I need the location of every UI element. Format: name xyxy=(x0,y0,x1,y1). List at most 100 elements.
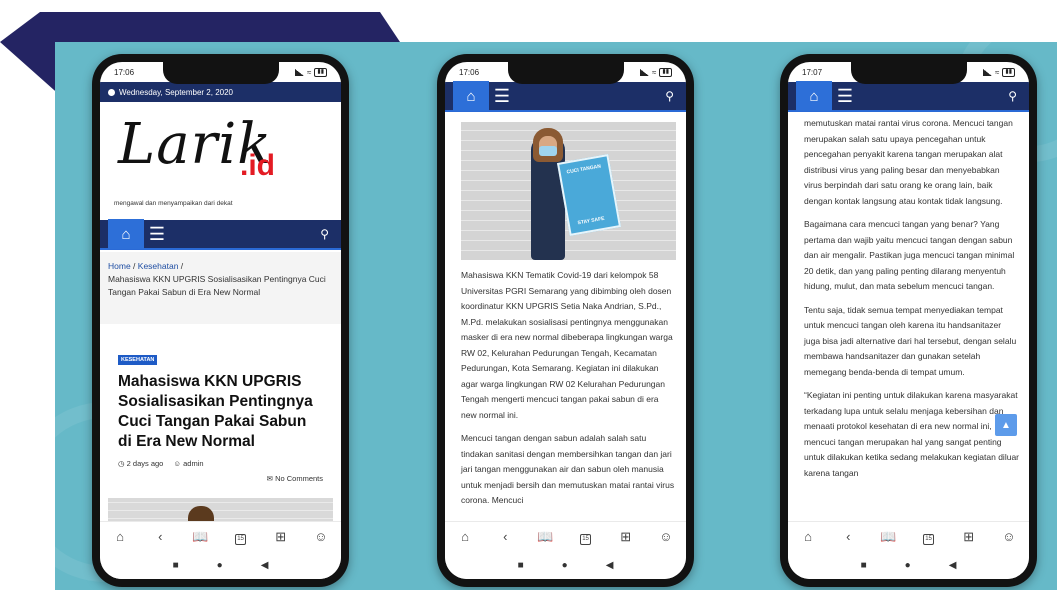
article-paragraph: Mencuci tangan dengan sabun adalah salah… xyxy=(461,433,675,505)
article-meta: ◷ 2 days ago ☺ admin xyxy=(118,459,323,468)
tabs-icon[interactable]: 15 xyxy=(920,528,938,545)
article-paragraph: Tentu saja, tidak semua tempat menyediak… xyxy=(804,304,1017,377)
system-nav: ■ ● ◀ xyxy=(788,551,1029,579)
add-tab-icon[interactable]: ⊞ xyxy=(272,529,290,545)
bookmarks-icon[interactable]: 📖 xyxy=(536,529,554,545)
system-nav: ■ ● ◀ xyxy=(100,551,341,579)
author-name: admin xyxy=(183,459,204,468)
wifi-icon: ≈ xyxy=(652,67,657,77)
phone-1-screen: 17:06 ≈ ▮▮ Wednesday, September 2, 2020 … xyxy=(100,62,341,579)
browser-home-icon[interactable]: ⌂ xyxy=(111,529,129,544)
signal-icon xyxy=(295,68,304,76)
profile-icon[interactable]: ☺ xyxy=(657,529,675,544)
status-time: 17:06 xyxy=(114,67,135,77)
site-navbar: ⌂ ☰ ⚲ xyxy=(100,219,341,250)
breadcrumb-category[interactable]: Kesehatan xyxy=(138,261,179,271)
home-button[interactable]: ⌂ xyxy=(108,219,144,249)
current-date: Wednesday, September 2, 2020 xyxy=(119,87,233,97)
site-logo[interactable]: Larik .id mengawal dan menyampaikan dari… xyxy=(100,102,341,220)
photo-person-mask xyxy=(539,146,557,156)
breadcrumb-separator: / xyxy=(130,261,138,271)
add-tab-icon[interactable]: ⊞ xyxy=(617,529,635,545)
tabs-icon[interactable]: 15 xyxy=(577,528,595,545)
recent-apps-icon[interactable]: ■ xyxy=(173,560,179,571)
phone-2: 17:06 ≈ ▮▮ ⌂ ☰ ⚲ CUCI TANGAN STAY SAFE M… xyxy=(437,54,694,587)
home-button[interactable]: ⌂ xyxy=(453,81,489,111)
wifi-icon: ≈ xyxy=(307,67,312,77)
back-to-top-button[interactable]: ▲ xyxy=(995,414,1017,436)
battery-icon: ▮▮ xyxy=(659,67,672,77)
system-back-icon[interactable]: ◀ xyxy=(606,560,614,571)
back-icon[interactable]: ‹ xyxy=(496,529,514,544)
signal-icon xyxy=(640,68,649,76)
phone-1: 17:06 ≈ ▮▮ Wednesday, September 2, 2020 … xyxy=(92,54,349,587)
search-button[interactable]: ⚲ xyxy=(665,89,674,103)
home-icon: ⌂ xyxy=(121,225,131,243)
battery-icon: ▮▮ xyxy=(1002,67,1015,77)
tabs-count: 15 xyxy=(923,534,935,545)
recent-apps-icon[interactable]: ■ xyxy=(518,560,524,571)
category-badge[interactable]: KESEHATAN xyxy=(118,355,158,365)
hamburger-menu-icon: ☰ xyxy=(148,223,166,244)
chevron-up-icon: ▲ xyxy=(1001,419,1011,431)
breadcrumb-separator: / xyxy=(178,261,184,271)
article-content: CUCI TANGAN STAY SAFE Mahasiswa KKN Tema… xyxy=(445,114,686,525)
signal-icon xyxy=(983,68,992,76)
back-icon[interactable]: ‹ xyxy=(151,529,169,544)
battery-icon: ▮▮ xyxy=(314,67,327,77)
menu-button[interactable]: ☰ xyxy=(144,219,170,249)
system-nav: ■ ● ◀ xyxy=(445,551,686,579)
search-button[interactable]: ⚲ xyxy=(1008,89,1017,103)
status-time: 17:07 xyxy=(802,67,823,77)
browser-home-icon[interactable]: ⌂ xyxy=(799,529,817,544)
phone-2-screen: 17:06 ≈ ▮▮ ⌂ ☰ ⚲ CUCI TANGAN STAY SAFE M… xyxy=(445,62,686,579)
system-back-icon[interactable]: ◀ xyxy=(261,560,269,571)
article-title[interactable]: Mahasiswa KKN UPGRIS Sosialisasikan Pent… xyxy=(118,372,323,452)
article-paragraph: Bagaimana cara mencuci tangan yang benar… xyxy=(804,219,1015,291)
date-bar: Wednesday, September 2, 2020 xyxy=(100,82,341,102)
comments-text: No Comments xyxy=(275,474,323,483)
add-tab-icon[interactable]: ⊞ xyxy=(960,529,978,545)
time-ago-text: 2 days ago xyxy=(126,459,164,468)
system-home-icon[interactable]: ● xyxy=(905,560,911,571)
article-paragraph: “Kegiatan ini penting untuk dilakukan ka… xyxy=(804,390,1019,478)
comments-count[interactable]: ✉ No Comments xyxy=(118,474,323,483)
browser-bottom-nav: ⌂ ‹ 📖 15 ⊞ ☺ xyxy=(445,521,686,551)
tabs-count: 15 xyxy=(235,534,247,545)
profile-icon[interactable]: ☺ xyxy=(312,529,330,544)
system-home-icon[interactable]: ● xyxy=(217,560,223,571)
bookmarks-icon[interactable]: 📖 xyxy=(191,529,209,545)
home-icon: ⌂ xyxy=(809,87,819,105)
wifi-icon: ≈ xyxy=(995,67,1000,77)
system-back-icon[interactable]: ◀ xyxy=(949,560,957,571)
poster-title: CUCI TANGAN xyxy=(566,163,602,176)
system-icons: ≈ ▮▮ xyxy=(983,67,1015,77)
system-home-icon[interactable]: ● xyxy=(562,560,568,571)
article-paragraph: Mahasiswa KKN Tematik Covid-19 dari kelo… xyxy=(461,270,673,420)
status-time: 17:06 xyxy=(459,67,480,77)
article-photo: CUCI TANGAN STAY SAFE xyxy=(461,122,676,260)
article-paragraph: memutuskan matai rantai virus corona. Me… xyxy=(804,118,1013,206)
phone-3-screen: 17:07 ≈ ▮▮ ⌂ ☰ ⚲ memutuskan matai rantai… xyxy=(788,62,1029,579)
author[interactable]: ☺ admin xyxy=(173,459,203,468)
menu-button[interactable]: ☰ xyxy=(489,81,515,111)
user-icon: ☺ xyxy=(173,459,182,468)
photo-poster: CUCI TANGAN STAY SAFE xyxy=(556,154,622,236)
home-button[interactable]: ⌂ xyxy=(796,81,832,111)
recent-apps-icon[interactable]: ■ xyxy=(861,560,867,571)
profile-icon[interactable]: ☺ xyxy=(1000,529,1018,544)
tabs-icon[interactable]: 15 xyxy=(232,528,250,545)
browser-home-icon[interactable]: ⌂ xyxy=(456,529,474,544)
search-button[interactable]: ⚲ xyxy=(320,227,329,241)
home-icon: ⌂ xyxy=(466,87,476,105)
bookmarks-icon[interactable]: 📖 xyxy=(879,529,897,545)
clock-icon xyxy=(108,88,115,96)
menu-button[interactable]: ☰ xyxy=(832,81,858,111)
time-ago: ◷ 2 days ago xyxy=(118,459,163,468)
breadcrumb-home[interactable]: Home xyxy=(108,261,131,271)
back-icon[interactable]: ‹ xyxy=(839,529,857,544)
camera-notch xyxy=(850,62,967,84)
breadcrumb-current: Mahasiswa KKN UPGRIS Sosialisasikan Pent… xyxy=(108,274,326,297)
comment-icon: ✉ xyxy=(266,474,273,483)
camera-notch xyxy=(507,62,624,84)
